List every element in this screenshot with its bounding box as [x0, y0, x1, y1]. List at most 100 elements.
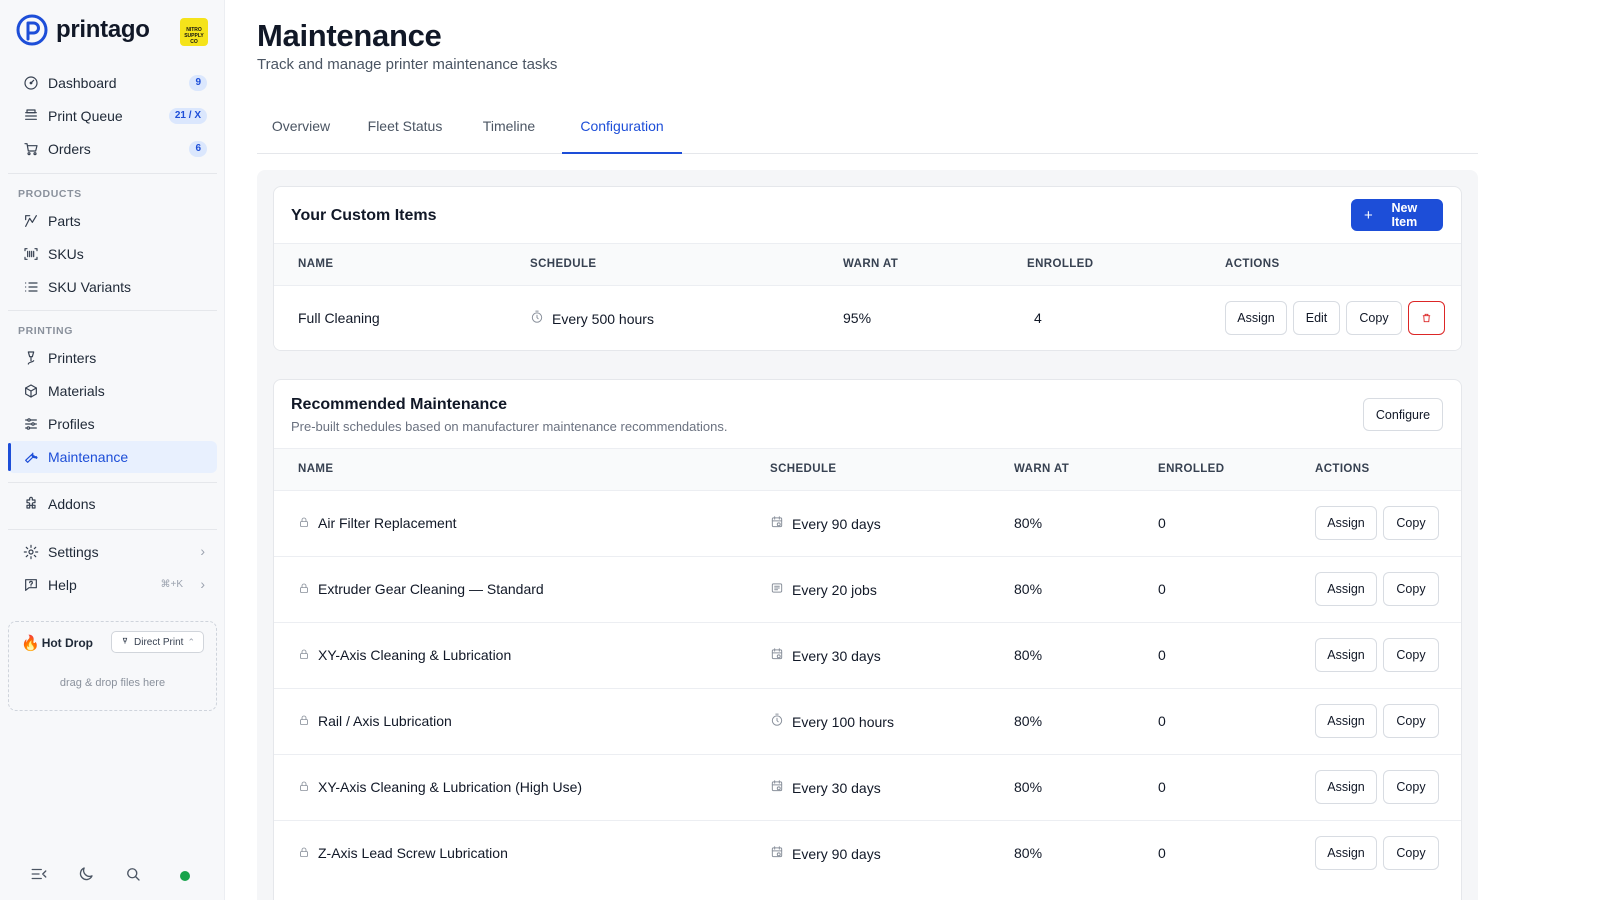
sidebar-item-label: Maintenance	[48, 449, 129, 465]
calendar-icon	[770, 845, 784, 862]
collapse-icon[interactable]	[30, 865, 50, 885]
copy-button[interactable]: Copy	[1346, 301, 1402, 335]
hot-drop-title: 🔥 Hot Drop	[21, 634, 93, 652]
sidebar-item-dashboard[interactable]: Dashboard 9	[8, 67, 217, 99]
hot-drop-zone[interactable]: 🔥 Hot Drop Direct Print ⌃ drag & drop fi…	[8, 621, 217, 711]
sidebar-item-profiles[interactable]: Profiles	[8, 408, 217, 440]
copy-button[interactable]: Copy	[1383, 836, 1439, 870]
sidebar-item-label: Dashboard	[48, 75, 117, 91]
item-schedule: Every 90 days	[770, 515, 881, 532]
enrolled-count: 0	[1158, 647, 1166, 663]
schedule-text: Every 100 hours	[792, 713, 894, 730]
new-item-label: New Item	[1391, 201, 1418, 229]
copy-button[interactable]: Copy	[1383, 638, 1439, 672]
copy-button[interactable]: Copy	[1383, 704, 1439, 738]
warn-at-value: 80%	[1014, 845, 1043, 861]
column-header: SCHEDULE	[770, 463, 837, 475]
sidebar-item-parts[interactable]: Parts	[8, 205, 217, 237]
tab-fleet-status[interactable]: Fleet Status	[353, 104, 457, 154]
item-name: Z-Axis Lead Screw Lubrication	[318, 845, 508, 861]
new-item-button[interactable]: + New Item	[1351, 199, 1443, 231]
sidebar-item-help[interactable]: Help ⌘+K ›	[8, 569, 217, 601]
table-row: Rail / Axis Lubrication Every 100 hours …	[274, 688, 1461, 754]
tab-overview[interactable]: Overview	[257, 104, 345, 154]
card-description: Pre-built schedules based on manufacture…	[291, 419, 728, 434]
item-name-cell: Z-Axis Lead Screw Lubrication	[298, 845, 508, 861]
nav-addons: Addons	[8, 488, 217, 520]
nav-top: Dashboard 9 Print Queue 21 / X Orders 6	[8, 67, 217, 165]
tab-configuration[interactable]: Configuration	[562, 104, 682, 154]
copy-button[interactable]: Copy	[1383, 770, 1439, 804]
copy-button[interactable]: Copy	[1383, 572, 1439, 606]
brand[interactable]: printago	[16, 14, 150, 46]
print-mode-select[interactable]: Direct Print ⌃	[111, 631, 204, 653]
column-header: SCHEDULE	[530, 258, 597, 270]
calendar-icon	[770, 515, 784, 532]
calendar-icon	[770, 779, 784, 796]
assign-button[interactable]: Assign	[1315, 572, 1377, 606]
table-row: Z-Axis Lead Screw Lubrication Every 90 d…	[274, 820, 1461, 886]
sidebar-item-label: Addons	[48, 496, 96, 512]
card-title: Recommended Maintenance	[291, 396, 508, 413]
assign-button[interactable]: Assign	[1315, 638, 1377, 672]
enrolled-count: 0	[1158, 515, 1166, 531]
timer-icon	[530, 310, 544, 327]
lock-icon	[298, 713, 310, 729]
tab-timeline[interactable]: Timeline	[465, 104, 553, 154]
table-row: Extruder Gear Cleaning — Standard Every …	[274, 556, 1461, 622]
search-icon[interactable]	[124, 865, 144, 885]
help-icon	[22, 577, 39, 594]
item-name: Extruder Gear Cleaning — Standard	[318, 581, 544, 597]
sidebar-item-label: Materials	[48, 383, 105, 399]
assign-button[interactable]: Assign	[1315, 770, 1377, 804]
copy-button[interactable]: Copy	[1383, 506, 1439, 540]
sidebar-item-addons[interactable]: Addons	[8, 488, 217, 520]
sidebar-item-printers[interactable]: Printers	[8, 342, 217, 374]
schedule-text: Every 30 days	[792, 779, 881, 796]
column-header: ACTIONS	[1225, 258, 1280, 270]
dashboard-icon	[22, 75, 39, 92]
warn-at-value: 80%	[1014, 647, 1043, 663]
sidebar-item-materials[interactable]: Materials	[8, 375, 217, 407]
assign-button[interactable]: Assign	[1315, 836, 1377, 870]
lock-icon	[298, 581, 310, 597]
sidebar-item-label: Orders	[48, 141, 91, 157]
enrolled-count: 0	[1158, 713, 1166, 729]
wrench-icon	[22, 449, 39, 466]
configure-button[interactable]: Configure	[1363, 398, 1443, 431]
item-name: XY-Axis Cleaning & Lubrication	[318, 647, 512, 663]
schedule-text: Every 500 hours	[552, 310, 654, 327]
lock-icon	[298, 647, 310, 663]
schedule-text: Every 30 days	[792, 647, 881, 664]
moon-icon[interactable]	[77, 865, 97, 885]
enrolled-count: 0	[1158, 779, 1166, 795]
divider	[8, 482, 217, 483]
org-logo[interactable]: NITRO SUPPLY CO	[180, 18, 208, 46]
sidebar-item-orders[interactable]: Orders 6	[8, 133, 217, 165]
puzzle-icon	[22, 496, 39, 513]
edit-button[interactable]: Edit	[1293, 301, 1340, 335]
column-header: ENROLLED	[1158, 463, 1225, 475]
status-dot	[180, 871, 190, 881]
sidebar-item-skus[interactable]: SKUs	[8, 238, 217, 270]
sidebar-item-settings[interactable]: Settings ›	[8, 536, 217, 568]
divider	[8, 310, 217, 311]
assign-button[interactable]: Assign	[1225, 301, 1287, 335]
item-name: XY-Axis Cleaning & Lubrication (High Use…	[318, 779, 583, 795]
queue-icon	[22, 108, 39, 125]
sidebar-item-print-queue[interactable]: Print Queue 21 / X	[8, 100, 217, 132]
assign-button[interactable]: Assign	[1315, 704, 1377, 738]
assign-button[interactable]: Assign	[1315, 506, 1377, 540]
keyboard-shortcut: ⌘+K	[160, 579, 183, 590]
schedule-text: Every 90 days	[792, 515, 881, 532]
delete-button[interactable]	[1408, 301, 1445, 335]
enrolled-count: 4	[1034, 310, 1042, 326]
sidebar-item-sku-variants[interactable]: SKU Variants	[8, 271, 217, 303]
printago-logo-icon	[16, 14, 48, 46]
gear-icon	[22, 544, 39, 561]
sidebar-item-maintenance[interactable]: Maintenance	[8, 441, 217, 473]
lock-icon	[298, 515, 310, 531]
column-header: WARN AT	[1014, 463, 1070, 475]
warn-at-value: 95%	[843, 310, 872, 326]
item-schedule: Every 500 hours	[530, 310, 654, 327]
